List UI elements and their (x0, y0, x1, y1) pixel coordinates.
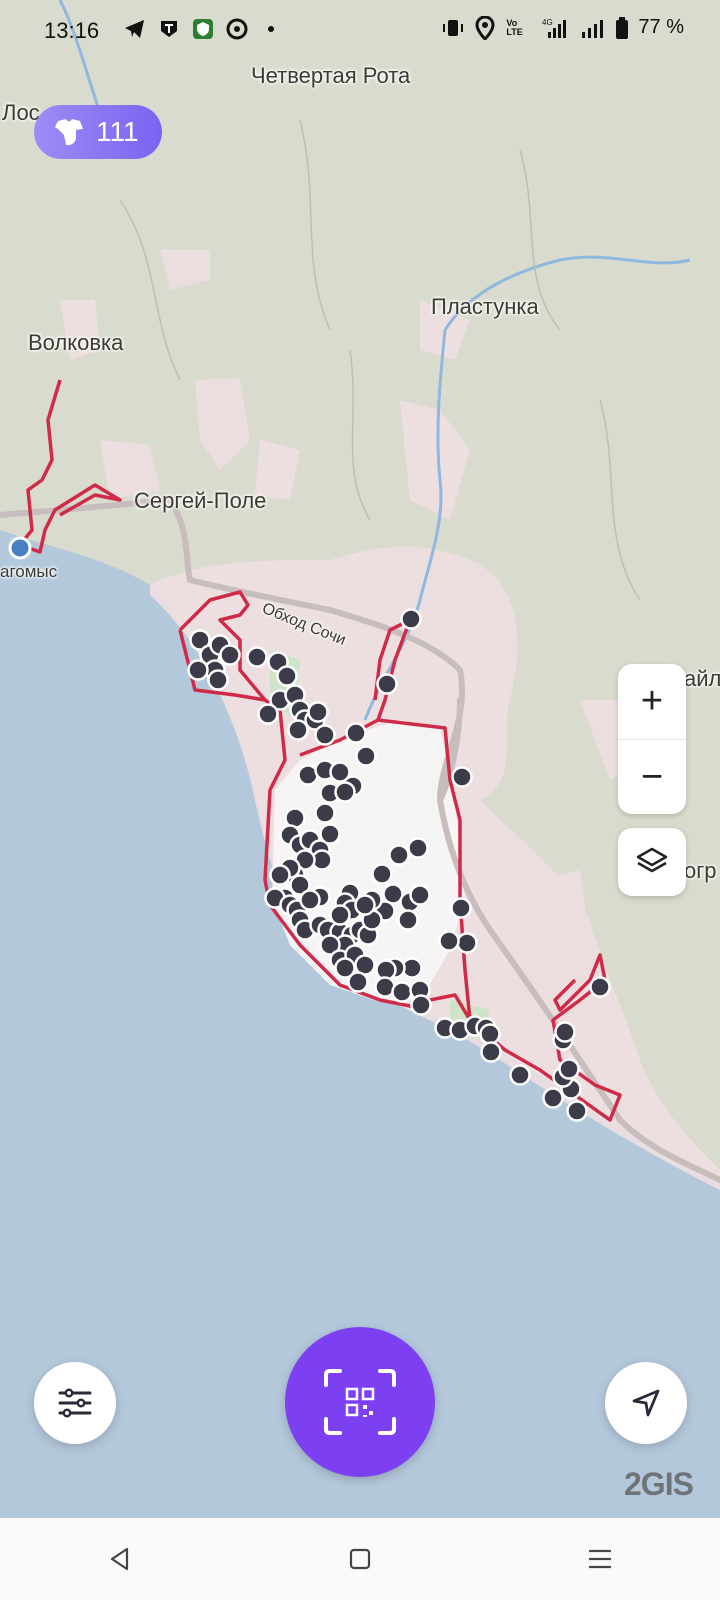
point-marker[interactable] (479, 1023, 501, 1045)
layers-icon (636, 847, 668, 873)
zoom-out-button[interactable]: − (618, 739, 686, 814)
point-marker[interactable] (276, 665, 298, 687)
navigation-arrow-icon (632, 1389, 660, 1417)
telegram-icon (124, 18, 146, 40)
volte-icon: Vo LTE (506, 17, 523, 37)
zoom-in-button[interactable]: + (618, 664, 686, 739)
point-marker[interactable] (207, 669, 229, 691)
point-marker[interactable] (334, 781, 356, 803)
signal-4g-icon: 4G (540, 17, 570, 39)
point-marker[interactable] (299, 889, 321, 911)
map-label-sergey-pole: Сергей-Поле (134, 488, 267, 513)
point-marker[interactable] (480, 1041, 502, 1063)
point-marker[interactable] (554, 1021, 576, 1043)
point-marker[interactable] (187, 659, 209, 681)
map-label-dagomys: агомыс (0, 562, 58, 581)
svg-text:4G: 4G (542, 18, 553, 27)
point-marker[interactable] (388, 844, 410, 866)
qr-scan-icon (324, 1369, 396, 1435)
locate-me-button[interactable] (605, 1362, 687, 1444)
point-marker[interactable] (566, 1100, 588, 1122)
home-button[interactable] (330, 1529, 390, 1589)
map-label-plastunka: Пластунка (431, 294, 539, 319)
map-label-right-ail: айл (684, 666, 720, 691)
point-marker[interactable] (329, 761, 351, 783)
point-marker[interactable] (456, 932, 478, 954)
point-marker[interactable] (450, 897, 472, 919)
point-marker[interactable] (391, 981, 413, 1003)
point-marker[interactable] (307, 701, 329, 723)
point-marker[interactable] (347, 971, 369, 993)
shield-vpn-icon (192, 18, 214, 40)
map-label-right-ogr: огр (684, 858, 717, 883)
point-marker[interactable] (410, 994, 432, 1016)
status-bar: 13:16 Vo LTE 4G 77 % (0, 0, 720, 64)
status-time: 13:16 (44, 18, 100, 43)
filter-icon (58, 1388, 92, 1418)
point-marker[interactable] (558, 1058, 580, 1080)
qr-scan-button[interactable] (285, 1327, 435, 1477)
point-marker[interactable] (451, 766, 473, 788)
point-marker[interactable] (407, 837, 429, 859)
map-label-volkovka: Волковка (28, 330, 124, 355)
point-marker[interactable] (257, 703, 279, 725)
chat-app-icon (226, 18, 248, 40)
point-marker[interactable] (219, 644, 241, 666)
point-marker[interactable] (542, 1087, 564, 1109)
point-marker[interactable] (345, 722, 367, 744)
point-marker[interactable] (371, 863, 393, 885)
coins-value: 111 (96, 116, 139, 147)
point-marker[interactable] (287, 719, 309, 741)
coins-badge[interactable]: 111 (34, 105, 162, 159)
layers-button[interactable] (618, 828, 686, 896)
battery-percent: 77 % (638, 16, 684, 38)
metro-pin[interactable] (8, 536, 32, 560)
signal-icon (580, 17, 606, 39)
point-marker[interactable] (314, 724, 336, 746)
point-marker[interactable] (354, 894, 376, 916)
point-marker[interactable] (319, 823, 341, 845)
filter-button[interactable] (34, 1362, 116, 1444)
t-bank-icon (158, 18, 180, 40)
status-right: Vo LTE 4G 77 % (442, 15, 684, 40)
point-marker[interactable] (400, 608, 422, 630)
menu-button[interactable] (570, 1529, 630, 1589)
battery-icon (616, 16, 629, 39)
brand-logo: 2GIS (624, 1466, 694, 1502)
back-button[interactable] (90, 1529, 150, 1589)
tshirt-coin-icon (55, 119, 83, 146)
status-app-icons (124, 18, 282, 40)
point-marker[interactable] (397, 909, 419, 931)
more-dot-icon (260, 18, 282, 40)
map-label-chetvertaya-rota: Четвертая Рота (251, 63, 411, 88)
point-marker[interactable] (269, 864, 291, 886)
point-marker[interactable] (376, 673, 398, 695)
point-marker[interactable] (314, 802, 336, 824)
menu-lines-icon (588, 1549, 612, 1569)
zoom-controls: + − (618, 664, 686, 814)
point-marker[interactable] (589, 976, 611, 998)
vibrate-icon (442, 17, 464, 39)
location-icon (474, 15, 496, 40)
point-marker[interactable] (409, 884, 431, 906)
point-marker[interactable] (509, 1064, 531, 1086)
back-triangle-icon (110, 1547, 129, 1571)
point-marker[interactable] (246, 646, 268, 668)
point-marker[interactable] (329, 904, 351, 926)
system-nav-bar (0, 1518, 720, 1600)
point-marker[interactable] (355, 745, 377, 767)
home-square-icon (349, 1548, 371, 1570)
map-label-los: Лос (2, 100, 40, 125)
point-marker[interactable] (438, 930, 460, 952)
